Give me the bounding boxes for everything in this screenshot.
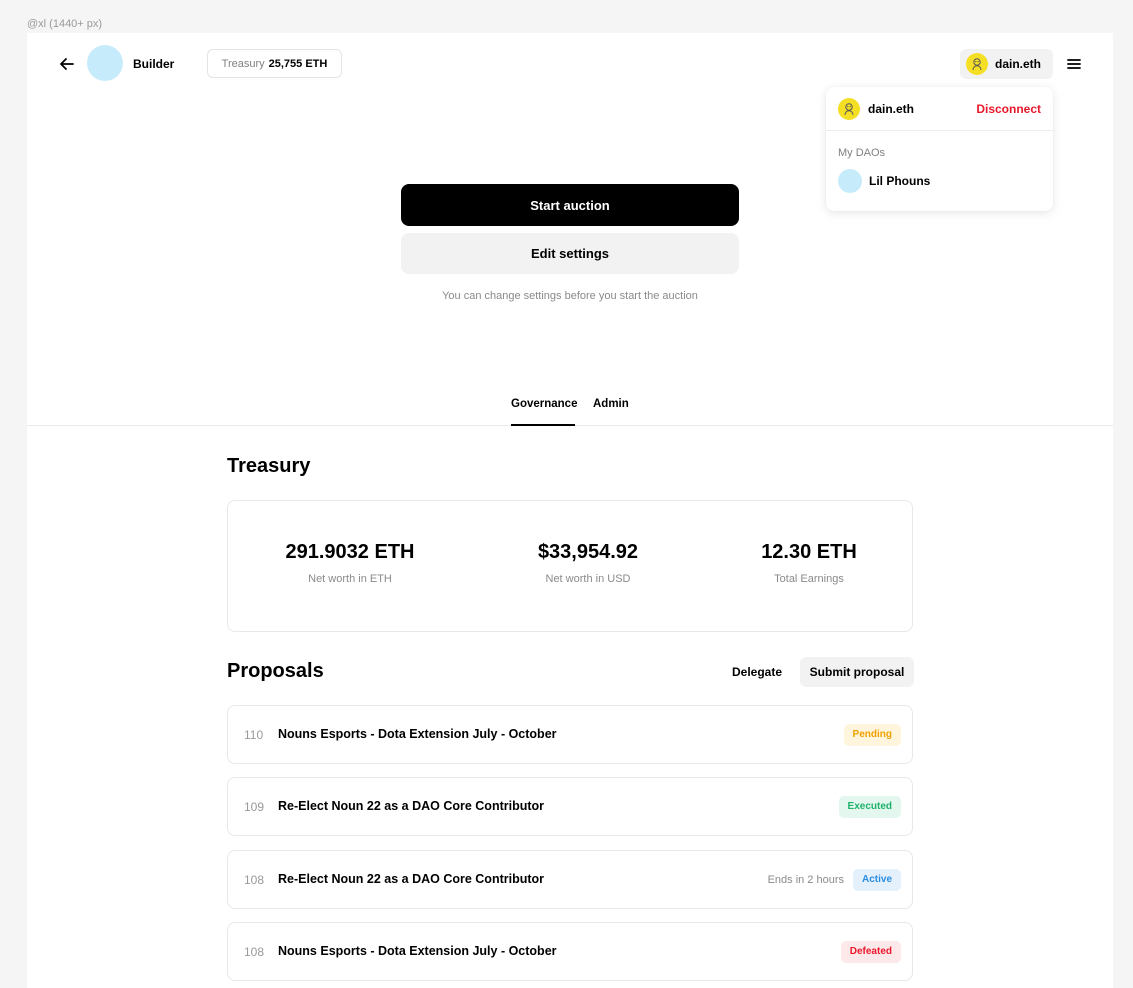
proposal-title: Nouns Esports - Dota Extension July - Oc… [278, 727, 557, 741]
proposal-number: 108 [244, 945, 265, 959]
wallet-button[interactable]: dain.eth [960, 49, 1053, 79]
treasury-pill-value: 25,755 ETH [268, 57, 328, 70]
stat-value: 291.9032 ETH [285, 541, 415, 563]
status-badge: Defeated [840, 941, 901, 963]
wallet-name: dain.eth [995, 57, 1042, 71]
delegate-button[interactable]: Delegate [722, 657, 792, 687]
dao-list-item[interactable]: Lil Phouns [826, 167, 1053, 195]
disconnect-button[interactable]: Disconnect [976, 102, 1041, 116]
back-arrow-icon[interactable] [58, 55, 76, 73]
proposal-title: Re-Elect Noun 22 as a DAO Core Contribut… [278, 799, 545, 813]
stat-total-earnings: 12.30 ETH Total Earnings [709, 541, 909, 585]
stat-value: 12.30 ETH [761, 541, 857, 563]
proposal-ends-text: Ends in 2 hours [767, 874, 844, 886]
proposal-number: 110 [244, 728, 264, 742]
proposal-row[interactable]: 110 Nouns Esports - Dota Extension July … [227, 705, 913, 764]
dao-item-name: Lil Phouns [869, 174, 931, 188]
section-tabs: Governance Admin [27, 398, 1113, 426]
treasury-card: 291.9032 ETH Net worth in ETH $33,954.92… [227, 500, 913, 632]
stat-label: Net worth in USD [545, 573, 631, 585]
proposal-row[interactable]: 108 Re-Elect Noun 22 as a DAO Core Contr… [227, 850, 913, 909]
hamburger-menu-icon[interactable] [1065, 55, 1083, 73]
dao-name[interactable]: Builder [133, 57, 174, 71]
stat-net-worth-eth: 291.9032 ETH Net worth in ETH [250, 541, 450, 585]
status-badge: Pending [843, 724, 901, 746]
dropdown-username: dain.eth [868, 101, 915, 116]
proposal-title: Re-Elect Noun 22 as a DAO Core Contribut… [278, 872, 545, 886]
dao-item-avatar [838, 169, 862, 193]
stat-net-worth-usd: $33,954.92 Net worth in USD [488, 541, 688, 585]
tab-governance[interactable]: Governance [511, 398, 577, 426]
status-badge: Active [852, 869, 901, 891]
treasury-pill[interactable]: Treasury 25,755 ETH [207, 49, 342, 78]
app-frame: Builder Treasury 25,755 ETH dain.eth dai… [27, 33, 1113, 988]
proposal-row[interactable]: 109 Re-Elect Noun 22 as a DAO Core Contr… [227, 777, 913, 836]
submit-proposal-button[interactable]: Submit proposal [800, 657, 914, 687]
dropdown-user-row: dain.eth Disconnect [826, 87, 1053, 131]
dao-avatar[interactable] [87, 45, 123, 81]
stat-label: Net worth in ETH [308, 573, 392, 585]
status-badge: Executed [838, 796, 901, 818]
auction-hint: You can change settings before you start… [442, 290, 698, 302]
start-auction-button[interactable]: Start auction [401, 184, 739, 226]
wallet-dropdown: dain.eth Disconnect My DAOs Lil Phouns [826, 87, 1053, 211]
treasury-heading: Treasury [227, 455, 311, 477]
proposal-title: Nouns Esports - Dota Extension July - Oc… [278, 944, 557, 958]
ens-avatar-icon [966, 53, 988, 75]
proposal-row[interactable]: 108 Nouns Esports - Dota Extension July … [227, 922, 913, 981]
proposal-number: 108 [244, 873, 265, 887]
proposal-number: 109 [244, 800, 265, 814]
treasury-pill-label: Treasury [221, 57, 265, 70]
edit-settings-button[interactable]: Edit settings [401, 233, 739, 274]
tab-admin[interactable]: Admin [593, 398, 629, 426]
stat-label: Total Earnings [774, 573, 844, 585]
my-daos-heading: My DAOs [838, 147, 886, 159]
stat-value: $33,954.92 [537, 541, 639, 563]
frame-label: @xl (1440+ px) [27, 18, 103, 30]
ens-avatar-icon [838, 97, 860, 120]
proposals-heading: Proposals [227, 660, 324, 682]
